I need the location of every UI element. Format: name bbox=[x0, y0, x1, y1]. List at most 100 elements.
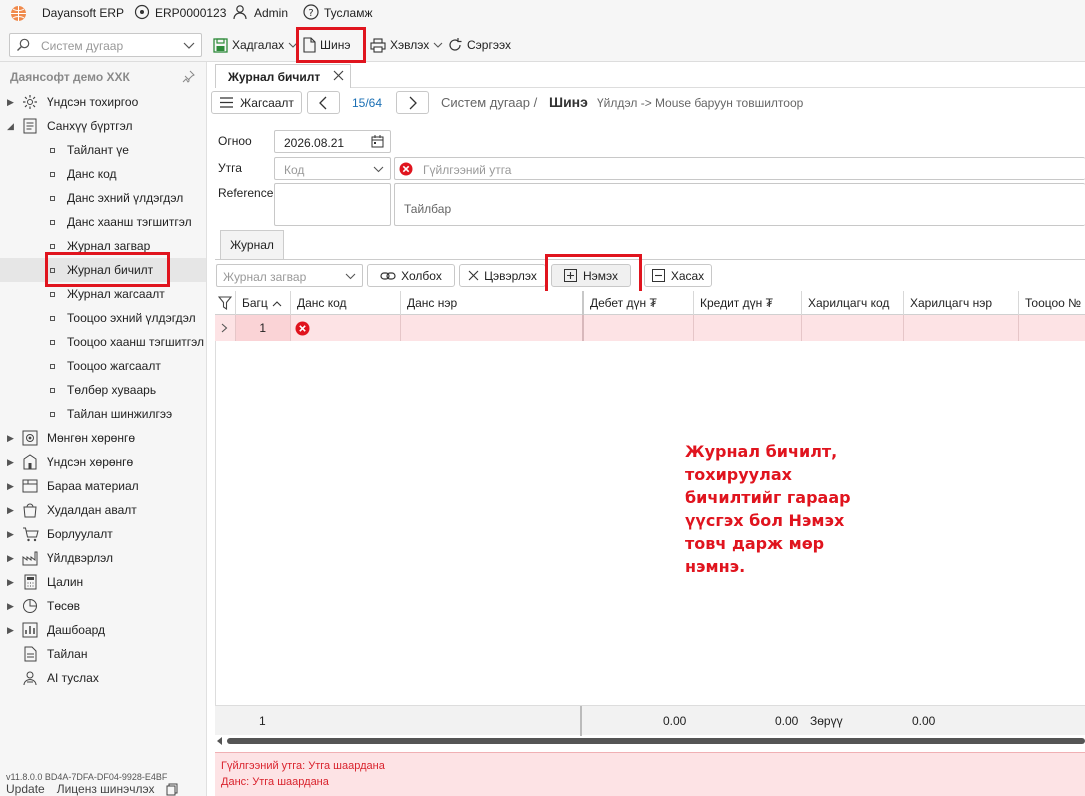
highlight-new-button bbox=[296, 27, 366, 63]
reference-input[interactable] bbox=[274, 183, 391, 226]
sidebar-subitem[interactable]: Тооцоо эхний үлдэгдэл bbox=[0, 306, 206, 330]
copy-icon[interactable] bbox=[166, 782, 178, 796]
chevron-right-icon[interactable]: ▶ bbox=[7, 529, 19, 540]
cell-batch[interactable]: 1 bbox=[235, 315, 290, 341]
sidebar-item[interactable]: ▶ Худалдан авалт bbox=[0, 498, 206, 522]
chevron-down-icon[interactable] bbox=[373, 165, 384, 173]
sidebar-subitem-label: Данс код bbox=[67, 167, 117, 181]
sidebar-subitem[interactable]: Төлбөр хуваарь bbox=[0, 378, 206, 402]
chevron-right-icon[interactable]: ▶ bbox=[7, 505, 19, 516]
chevron-right-icon[interactable]: ▶ bbox=[7, 481, 19, 492]
chevron-right-icon[interactable]: ▶ bbox=[7, 553, 19, 564]
bullet-icon bbox=[50, 339, 55, 345]
cash-icon bbox=[21, 429, 39, 447]
transaction-description-input[interactable]: Гүйлгээний утга bbox=[394, 157, 1085, 180]
close-icon[interactable] bbox=[333, 70, 344, 81]
list-button[interactable]: Жагсаалт bbox=[211, 91, 302, 114]
company-name: Даянсофт демо ХХК bbox=[10, 70, 130, 84]
breadcrumb-current: Шинэ bbox=[549, 94, 588, 110]
chevron-right-icon[interactable]: ▶ bbox=[7, 97, 19, 108]
sidebar-subitem[interactable]: Тайлан шинжилгээ bbox=[0, 402, 206, 426]
cell-partner-name[interactable] bbox=[903, 315, 1018, 341]
cell-debit[interactable] bbox=[582, 315, 693, 341]
scrollbar-thumb[interactable] bbox=[227, 738, 1085, 744]
sidebar-item[interactable]: AI туслах bbox=[0, 666, 206, 690]
tab-journal[interactable]: Журнал bbox=[220, 230, 284, 259]
user-name[interactable]: Admin bbox=[254, 6, 288, 20]
previous-button[interactable] bbox=[307, 91, 340, 114]
date-field[interactable]: 2026.08.21 bbox=[274, 130, 391, 153]
cell-credit[interactable] bbox=[693, 315, 801, 341]
chevron-down-icon[interactable] bbox=[183, 40, 195, 50]
horizontal-scrollbar[interactable] bbox=[215, 736, 1085, 746]
bullet-icon bbox=[50, 291, 55, 297]
company-code[interactable]: ERP0000123 bbox=[155, 6, 226, 20]
cell-account-name[interactable] bbox=[400, 315, 582, 341]
sidebar-item[interactable]: ◢ Санхүү бүртгэл bbox=[0, 114, 206, 138]
sidebar-subitem[interactable]: Данс эхний үлдэгдэл bbox=[0, 186, 206, 210]
sidebar-item[interactable]: ▶ Төсөв bbox=[0, 594, 206, 618]
sidebar-item[interactable]: ▶ Үндсэн тохиргоо bbox=[0, 90, 206, 114]
save-button[interactable]: Хадгалах bbox=[213, 33, 298, 57]
column-header-credit[interactable]: Кредит дүн ₮ bbox=[693, 291, 801, 315]
sidebar-subitem[interactable]: Тооцоо жагсаалт bbox=[0, 354, 206, 378]
chevron-right-icon[interactable]: ▶ bbox=[7, 433, 19, 444]
refresh-button[interactable]: Сэргээх bbox=[447, 33, 511, 57]
sidebar-item[interactable]: ▶ Мөнгөн хөрөнгө bbox=[0, 426, 206, 450]
link-button[interactable]: Холбох bbox=[367, 264, 455, 287]
column-header-partner-name[interactable]: Харилцагч нэр bbox=[903, 291, 1018, 315]
chevron-down-icon[interactable] bbox=[345, 272, 356, 280]
cell-account-code[interactable] bbox=[290, 315, 400, 341]
sidebar-subitem[interactable]: Тайлант үе bbox=[0, 138, 206, 162]
update-link[interactable]: Update bbox=[6, 782, 45, 796]
cell-settlement-no[interactable] bbox=[1018, 315, 1085, 341]
calendar-icon[interactable] bbox=[371, 135, 384, 148]
sidebar-subitem[interactable]: Данс код bbox=[0, 162, 206, 186]
tab-journal-entry[interactable]: Журнал бичилт bbox=[215, 64, 351, 88]
help-link[interactable]: Тусламж bbox=[324, 6, 372, 20]
column-header-account-name[interactable]: Данс нэр bbox=[400, 291, 581, 315]
column-header-account-code[interactable]: Данс код bbox=[290, 291, 400, 315]
sidebar-item[interactable]: ▶ Цалин bbox=[0, 570, 206, 594]
filter-icon[interactable] bbox=[218, 296, 232, 310]
sidebar-subitem[interactable]: Тооцоо хаанш тэгшитгэл bbox=[0, 330, 206, 354]
column-header-batch[interactable]: Багц bbox=[235, 291, 290, 315]
print-button[interactable]: Хэвлэх bbox=[370, 33, 443, 57]
column-header-partner-code[interactable]: Харилцагч код bbox=[801, 291, 903, 315]
chevron-right-icon[interactable]: ▶ bbox=[7, 625, 19, 636]
chevron-down-icon[interactable] bbox=[433, 41, 443, 49]
scroll-left-icon[interactable] bbox=[217, 737, 223, 745]
delete-row-button[interactable]: Хасах bbox=[644, 264, 712, 287]
sidebar-item-label: AI туслах bbox=[47, 671, 99, 685]
clear-button[interactable]: Цэвэрлэх bbox=[459, 264, 546, 287]
sidebar-item-label: Төсөв bbox=[47, 599, 81, 613]
sidebar-item[interactable]: ▶ Үйлдвэрлэл bbox=[0, 546, 206, 570]
column-header-settlement-no[interactable]: Тооцоо № bbox=[1018, 291, 1085, 315]
sidebar-item[interactable]: ▶ Дашбоард bbox=[0, 618, 206, 642]
column-header-debit[interactable]: Дебет дүн ₮ bbox=[582, 291, 693, 315]
sidebar-item[interactable]: Тайлан bbox=[0, 642, 206, 666]
license-link[interactable]: Лиценз шинэчлэх bbox=[57, 782, 155, 796]
system-number-search[interactable]: Систем дугаар bbox=[9, 33, 202, 57]
chevron-down-icon[interactable]: ◢ bbox=[7, 121, 19, 132]
sidebar-item[interactable]: ▶ Борлуулалт bbox=[0, 522, 206, 546]
journal-template-dropdown[interactable]: Журнал загвар bbox=[216, 264, 363, 287]
sidebar-item-label: Дашбоард bbox=[47, 623, 106, 637]
next-button[interactable] bbox=[396, 91, 429, 114]
chevron-right-icon[interactable]: ▶ bbox=[7, 457, 19, 468]
table-row[interactable]: 1 bbox=[215, 315, 1085, 341]
sidebar-subitem[interactable]: Данс хаанш тэгшитгэл bbox=[0, 210, 206, 234]
sidebar-item[interactable]: ▶ Үндсэн хөрөнгө bbox=[0, 450, 206, 474]
cell-partner-code[interactable] bbox=[801, 315, 903, 341]
code-dropdown[interactable]: Код bbox=[274, 157, 391, 180]
chevron-right-icon[interactable]: ▶ bbox=[7, 601, 19, 612]
chevron-right-icon[interactable]: ▶ bbox=[7, 577, 19, 588]
pin-icon[interactable] bbox=[182, 70, 195, 83]
bullet-icon bbox=[50, 315, 55, 321]
error-icon bbox=[399, 162, 413, 176]
sidebar-item-label: Санхүү бүртгэл bbox=[47, 119, 133, 133]
row-expander-icon[interactable] bbox=[221, 323, 228, 333]
sidebar-item[interactable]: ▶ Бараа материал bbox=[0, 474, 206, 498]
note-input[interactable]: Тайлбар bbox=[394, 183, 1085, 226]
gear-icon bbox=[21, 93, 39, 111]
